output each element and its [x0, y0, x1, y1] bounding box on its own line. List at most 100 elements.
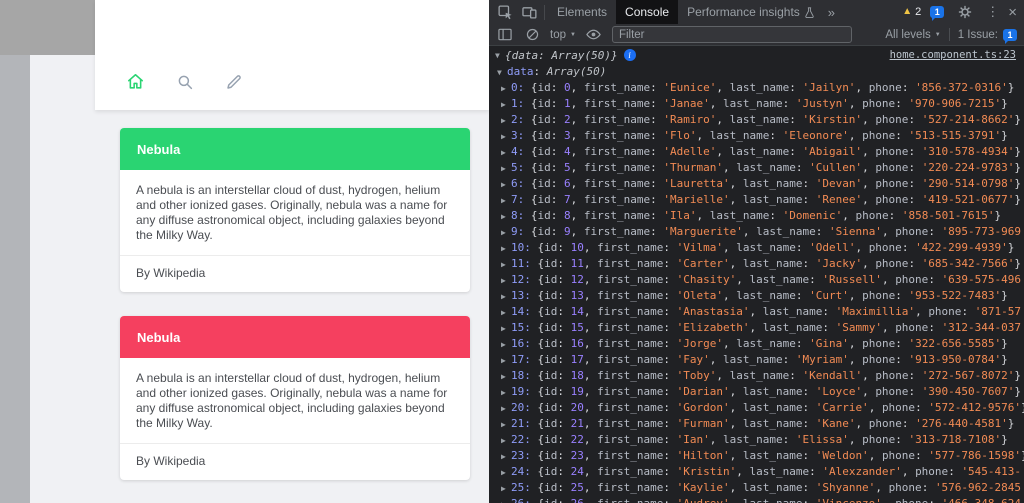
issues-indicator[interactable]: 1 Issue: 1: [958, 28, 1017, 44]
expand-arrow-icon[interactable]: ▶: [501, 273, 511, 288]
info-icon[interactable]: i: [623, 49, 636, 61]
source-link[interactable]: home.component.ts:23: [890, 49, 1016, 61]
array-property-row[interactable]: ▼ data: Array(50): [489, 64, 1024, 80]
expand-arrow-icon[interactable]: ▶: [501, 129, 511, 144]
card-title: Nebula: [137, 329, 181, 345]
tab-label: Performance insights: [687, 5, 800, 19]
console-array-row[interactable]: ▶ 4: {id: 4, first_name: 'Adelle', last_n…: [489, 144, 1024, 160]
expand-arrow-icon[interactable]: ▶: [501, 97, 511, 112]
card-byline: By Wikipedia: [136, 266, 206, 280]
device-toolbar-icon[interactable]: [517, 0, 541, 24]
console-message: ▼ {data: Array(50)} i home.component.ts:…: [489, 46, 1024, 64]
expand-arrow-icon[interactable]: ▶: [501, 401, 511, 416]
expand-arrow-icon[interactable]: ▶: [501, 369, 511, 384]
expand-arrow-icon[interactable]: ▶: [501, 193, 511, 208]
console-array-row[interactable]: ▶ 16: {id: 16, first_name: 'Jorge', last_…: [489, 336, 1024, 352]
eye-icon[interactable]: [585, 23, 603, 47]
context-selector[interactable]: top ▼: [550, 29, 576, 41]
object-preview[interactable]: {data: Array(50)}: [505, 49, 618, 62]
log-levels-selector[interactable]: All levels ▼: [885, 29, 940, 41]
collapse-arrow-icon[interactable]: ▼: [497, 65, 507, 81]
console-array-row[interactable]: ▶ 3: {id: 3, first_name: 'Flo', last_name…: [489, 128, 1024, 144]
clear-console-icon[interactable]: [523, 23, 541, 47]
expand-arrow-icon[interactable]: ▶: [501, 241, 511, 256]
console-array-row[interactable]: ▶ 20: {id: 20, first_name: 'Gordon', last…: [489, 400, 1024, 416]
console-array-row[interactable]: ▶ 5: {id: 5, first_name: 'Thurman', last_…: [489, 160, 1024, 176]
expand-arrow-icon[interactable]: ▶: [501, 465, 511, 480]
tab-elements[interactable]: Elements: [548, 0, 616, 24]
console-array-row[interactable]: ▶26: {id: 26, first_name: 'Audrey', last…: [489, 496, 1024, 503]
collapse-arrow-icon[interactable]: ▼: [495, 51, 505, 60]
search-icon[interactable]: [175, 72, 194, 91]
more-tabs-icon[interactable]: »: [823, 5, 840, 20]
console-array-row[interactable]: ▶ 13: {id: 13, first_name: 'Oleta', last_…: [489, 288, 1024, 304]
chevron-down-icon: ▼: [570, 31, 576, 38]
card-body: A nebula is an interstellar cloud of dus…: [120, 358, 470, 480]
console-array-row[interactable]: ▶ 17: {id: 17, first_name: 'Fay', last_na…: [489, 352, 1024, 368]
expand-arrow-icon[interactable]: ▶: [501, 385, 511, 400]
expand-arrow-icon[interactable]: ▶: [501, 305, 511, 320]
nav-icons: [126, 72, 243, 91]
console-array-row[interactable]: ▶ 2: {id: 2, first_name: 'Ramiro', last_n…: [489, 112, 1024, 128]
console-array-row[interactable]: ▶ 7: {id: 7, first_name: 'Marielle', last…: [489, 192, 1024, 208]
expand-arrow-icon[interactable]: ▶: [501, 337, 511, 352]
console-array-row[interactable]: ▶ 0: {id: 0, first_name: 'Eunice', last_n…: [489, 80, 1024, 96]
console-messages: ▼ {data: Array(50)} i home.component.ts:…: [489, 46, 1024, 503]
kebab-menu-icon[interactable]: ⋮: [986, 4, 999, 20]
console-array-row[interactable]: ▶ 6: {id: 6, first_name: 'Lauretta', last…: [489, 176, 1024, 192]
message-bubble-icon[interactable]: 1: [930, 6, 945, 21]
console-array-row[interactable]: ▶ 19: {id: 19, first_name: 'Darian', last…: [489, 384, 1024, 400]
console-array-row[interactable]: ▶ 25: {id: 25, first_name: 'Kaylie', last…: [489, 480, 1024, 496]
issue-bubble-icon: 1: [1003, 28, 1017, 44]
context-label: top: [550, 28, 566, 41]
expand-arrow-icon[interactable]: ▶: [501, 257, 511, 272]
expand-arrow-icon[interactable]: ▶: [501, 161, 511, 176]
console-array-row[interactable]: ▶ 1: {id: 1, first_name: 'Janae', last_na…: [489, 96, 1024, 112]
expand-arrow-icon[interactable]: ▶: [501, 81, 511, 96]
home-icon[interactable]: [126, 72, 145, 91]
levels-label: All levels: [885, 28, 931, 41]
expand-arrow-icon[interactable]: ▶: [501, 145, 511, 160]
inspect-icon[interactable]: [493, 0, 517, 24]
console-array-row[interactable]: ▶ 22: {id: 22, first_name: 'Ian', last_na…: [489, 432, 1024, 448]
tab-console[interactable]: Console: [616, 0, 679, 24]
console-log-rows: ▶ 0: {id: 0, first_name: 'Eunice', last_n…: [489, 80, 1024, 503]
expand-arrow-icon[interactable]: ▶: [501, 289, 511, 304]
tab-performance-insights[interactable]: Performance insights: [678, 0, 823, 24]
expand-arrow-icon[interactable]: ▶: [501, 225, 511, 240]
app-toolbar: [95, 0, 489, 110]
console-sidebar-icon[interactable]: [496, 23, 514, 47]
console-array-row[interactable]: ▶ 11: {id: 11, first_name: 'Carter', last…: [489, 256, 1024, 272]
expand-arrow-icon[interactable]: ▶: [501, 481, 511, 496]
console-array-row[interactable]: ▶ 8: {id: 8, first_name: 'Ila', last_name…: [489, 208, 1024, 224]
warnings-indicator[interactable]: ▲ 2: [902, 6, 921, 18]
expand-arrow-icon[interactable]: ▶: [501, 433, 511, 448]
expand-arrow-icon[interactable]: ▶: [501, 449, 511, 464]
warning-icon: ▲: [902, 6, 913, 17]
filter-input[interactable]: [611, 26, 852, 43]
edit-icon[interactable]: [224, 72, 243, 91]
console-array-row[interactable]: ▶ 10: {id: 10, first_name: 'Vilma', last_…: [489, 240, 1024, 256]
console-array-row[interactable]: ▶ 18: {id: 18, first_name: 'Toby', last_n…: [489, 368, 1024, 384]
expand-arrow-icon[interactable]: ▶: [501, 321, 511, 336]
expand-arrow-icon[interactable]: ▶: [501, 209, 511, 224]
close-devtools-icon[interactable]: ×: [1008, 4, 1017, 21]
card-text: A nebula is an interstellar cloud of dus…: [136, 183, 448, 242]
console-array-row[interactable]: ▶ 12: {id: 12, first_name: 'Chasity', las…: [489, 272, 1024, 288]
settings-gear-icon[interactable]: [953, 0, 977, 24]
console-array-row[interactable]: ▶ 24: {id: 24, first_name: 'Kristin', las…: [489, 464, 1024, 480]
console-array-row[interactable]: ▶ 21: {id: 21, first_name: 'Furman', last…: [489, 416, 1024, 432]
console-array-row[interactable]: ▶ 9: {id: 9, first_name: 'Marguerite', la…: [489, 224, 1024, 240]
expand-arrow-icon[interactable]: ▶: [501, 353, 511, 368]
expand-arrow-icon[interactable]: ▶: [501, 417, 511, 432]
expand-arrow-icon[interactable]: ▶: [501, 497, 511, 503]
screen: Nebula A nebula is an interstellar cloud…: [0, 0, 1024, 503]
card-body: A nebula is an interstellar cloud of dus…: [120, 170, 470, 292]
console-toolbar-right: All levels ▼ 1 Issue: 1: [885, 28, 1017, 44]
console-array-row[interactable]: ▶ 15: {id: 15, first_name: 'Elizabeth', l…: [489, 320, 1024, 336]
expand-arrow-icon[interactable]: ▶: [501, 113, 511, 128]
console-array-row[interactable]: ▶ 14: {id: 14, first_name: 'Anastasia', l…: [489, 304, 1024, 320]
console-array-row[interactable]: ▶ 23: {id: 23, first_name: 'Hilton', last…: [489, 448, 1024, 464]
property-key: data: [507, 65, 534, 78]
expand-arrow-icon[interactable]: ▶: [501, 177, 511, 192]
